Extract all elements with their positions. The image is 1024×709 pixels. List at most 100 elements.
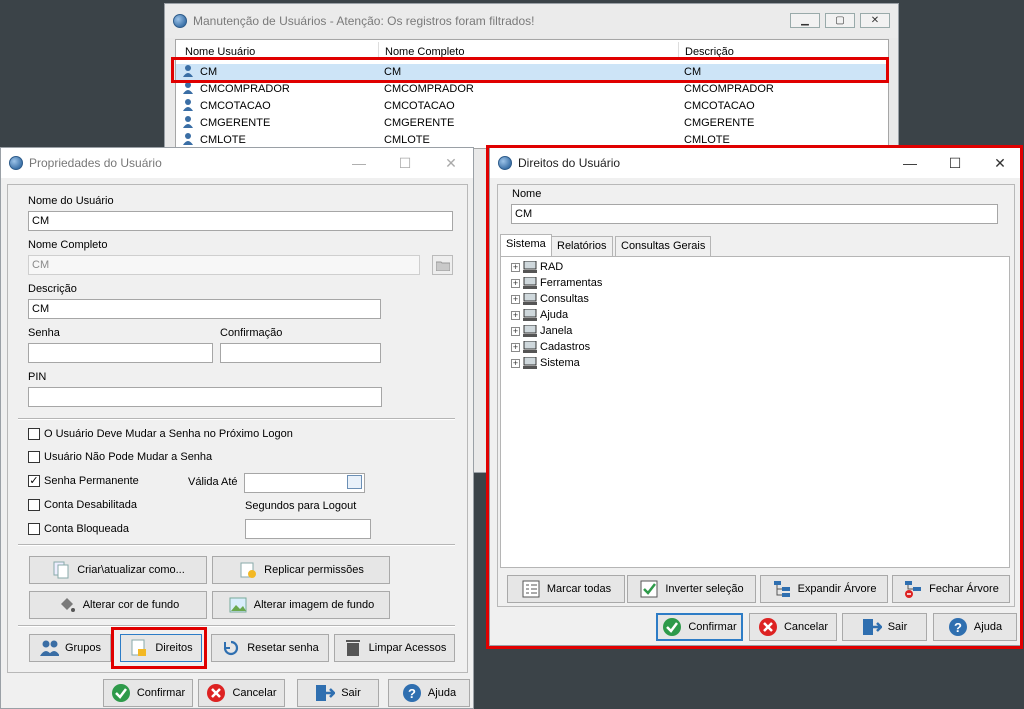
- marcar-todas-button[interactable]: Marcar todas: [507, 575, 625, 603]
- tab-consultas-gerais[interactable]: Consultas Gerais: [615, 236, 712, 256]
- checkbox-unchecked[interactable]: [28, 523, 40, 535]
- cell-username: CMGERENTE: [200, 116, 271, 129]
- checkbox-unchecked[interactable]: [28, 499, 40, 511]
- user-maintenance-title: Manutenção de Usuários - Atenção: Os reg…: [193, 14, 535, 28]
- logout-seconds-field[interactable]: [245, 519, 371, 539]
- resetar-senha-button[interactable]: Resetar senha: [211, 634, 329, 662]
- tree-item-ajuda[interactable]: + Ajuda: [511, 309, 568, 321]
- tree-item-cadastros[interactable]: + Cadastros: [511, 341, 590, 353]
- expandir-label: Expandir Árvore: [797, 583, 877, 595]
- chk-nao-pode-mudar[interactable]: Usuário Não Pode Mudar a Senha: [28, 451, 212, 463]
- rights-confirmar-button[interactable]: Confirmar: [656, 613, 743, 641]
- confirmar-label: Confirmar: [136, 687, 186, 699]
- user-list-header: Nome Usuário Nome Completo Descrição: [176, 40, 888, 58]
- expand-icon[interactable]: +: [511, 326, 520, 336]
- chk-conta-bloqueada[interactable]: Conta Bloqueada: [28, 523, 129, 535]
- tree-item-janela[interactable]: + Janela: [511, 325, 572, 337]
- tab-sistema[interactable]: Sistema: [500, 234, 552, 256]
- pin-field[interactable]: [28, 387, 382, 407]
- nome-completo-label: Nome Completo: [28, 239, 108, 251]
- sair-button[interactable]: Sair: [297, 679, 379, 707]
- rights-cancelar-label: Cancelar: [783, 621, 829, 633]
- minimize-button[interactable]: —: [888, 148, 932, 178]
- close-button[interactable]: ✕: [978, 148, 1022, 178]
- rights-sair-button[interactable]: Sair: [842, 613, 927, 641]
- fechar-arvore-button[interactable]: Fechar Árvore: [892, 575, 1010, 603]
- chk-senha-permanente[interactable]: ✓ Senha Permanente: [28, 475, 139, 487]
- calendar-icon[interactable]: [347, 475, 362, 489]
- grupos-button[interactable]: Grupos: [29, 634, 111, 662]
- descricao-field[interactable]: CM: [28, 299, 381, 319]
- minimize-button[interactable]: —: [337, 148, 381, 178]
- inverter-selecao-button[interactable]: Inverter seleção: [627, 575, 756, 603]
- expand-icon[interactable]: +: [511, 342, 520, 352]
- cancel-icon: [758, 617, 778, 637]
- folder-icon: [435, 261, 450, 271]
- checkbox-checked[interactable]: ✓: [28, 475, 40, 487]
- table-row[interactable]: CMCOTACAO CMCOTACAO CMCOTACAO: [183, 97, 895, 114]
- rights-tree: + RAD + Ferramentas + Consultas + Ajuda …: [500, 256, 1010, 568]
- ajuda-button[interactable]: ? Ajuda: [388, 679, 470, 707]
- cell-description: CMCOMPRADOR: [684, 82, 774, 95]
- col-header-username[interactable]: Nome Usuário: [185, 46, 255, 58]
- expand-icon[interactable]: +: [511, 310, 520, 320]
- table-row[interactable]: CMLOTE CMLOTE CMLOTE: [183, 131, 895, 148]
- maximize-button[interactable]: ▢: [825, 13, 855, 28]
- tree-item-ferramentas[interactable]: + Ferramentas: [511, 277, 602, 289]
- replicar-permissoes-button[interactable]: Replicar permissões: [212, 556, 390, 584]
- expand-icon[interactable]: +: [511, 358, 520, 368]
- close-button[interactable]: ✕: [860, 13, 890, 28]
- table-row[interactable]: CMGERENTE CMGERENTE CMGERENTE: [183, 114, 895, 131]
- nome-usuario-field[interactable]: CM: [28, 211, 453, 231]
- folder-browse-button[interactable]: [432, 255, 453, 275]
- expand-icon[interactable]: +: [511, 294, 520, 304]
- rights-ajuda-button[interactable]: ? Ajuda: [933, 613, 1017, 641]
- col-header-description[interactable]: Descrição: [685, 46, 734, 58]
- tab-relatorios[interactable]: Relatórios: [551, 236, 613, 256]
- col-header-fullname[interactable]: Nome Completo: [385, 46, 464, 58]
- resetar-label: Resetar senha: [247, 642, 319, 654]
- checkbox-unchecked[interactable]: [28, 428, 40, 440]
- minimize-button[interactable]: ▁: [790, 13, 820, 28]
- rights-nome-field[interactable]: CM: [511, 204, 998, 224]
- chk-mudar-senha[interactable]: O Usuário Deve Mudar a Senha no Próximo …: [28, 428, 293, 440]
- cancel-icon: [206, 683, 226, 703]
- chk-bloqueada-label: Conta Bloqueada: [44, 523, 130, 535]
- alterar-cor-button[interactable]: Alterar cor de fundo: [29, 591, 207, 619]
- table-row[interactable]: CMCOMPRADOR CMCOMPRADOR CMCOMPRADOR: [183, 80, 895, 97]
- table-row[interactable]: CM CM CM: [183, 63, 895, 80]
- divider: [18, 544, 455, 546]
- computer-icon: [523, 261, 537, 273]
- direitos-button[interactable]: Direitos: [120, 634, 202, 662]
- divider: [18, 625, 455, 627]
- user-icon: [183, 65, 193, 77]
- tree-item-rad[interactable]: + RAD: [511, 261, 563, 273]
- sair-label: Sair: [341, 687, 361, 699]
- alterar-imagem-button[interactable]: Alterar imagem de fundo: [212, 591, 390, 619]
- maximize-button[interactable]: ☐: [933, 148, 977, 178]
- image-icon: [228, 595, 248, 615]
- expandir-arvore-button[interactable]: Expandir Árvore: [760, 575, 888, 603]
- tree-item-sistema[interactable]: + Sistema: [511, 357, 580, 369]
- app-globe-icon: [173, 14, 187, 28]
- lock-doc-icon: [129, 638, 149, 658]
- expand-icon[interactable]: +: [511, 278, 520, 288]
- limpar-label: Limpar Acessos: [368, 642, 447, 654]
- logout-label: Segundos para Logout: [245, 500, 357, 512]
- tree-item-label: Ferramentas: [540, 277, 603, 289]
- senha-field[interactable]: [28, 343, 213, 363]
- checkbox-unchecked[interactable]: [28, 451, 40, 463]
- confirmar-button[interactable]: Confirmar: [103, 679, 193, 707]
- nome-completo-field[interactable]: CM: [28, 255, 420, 275]
- rights-cancelar-button[interactable]: Cancelar: [749, 613, 837, 641]
- limpar-acessos-button[interactable]: Limpar Acessos: [334, 634, 455, 662]
- confirmacao-field[interactable]: [220, 343, 381, 363]
- user-rights-window: Direitos do Usuário — ☐ ✕ Nome CM Sistem…: [489, 147, 1022, 646]
- cancelar-button[interactable]: Cancelar: [198, 679, 285, 707]
- close-button[interactable]: ✕: [429, 148, 473, 178]
- criar-atualizar-button[interactable]: Criar\atualizar como...: [29, 556, 207, 584]
- maximize-button[interactable]: ☐: [383, 148, 427, 178]
- chk-conta-desabilitada[interactable]: Conta Desabilitada: [28, 499, 137, 511]
- tree-item-consultas[interactable]: + Consultas: [511, 293, 589, 305]
- expand-icon[interactable]: +: [511, 262, 520, 272]
